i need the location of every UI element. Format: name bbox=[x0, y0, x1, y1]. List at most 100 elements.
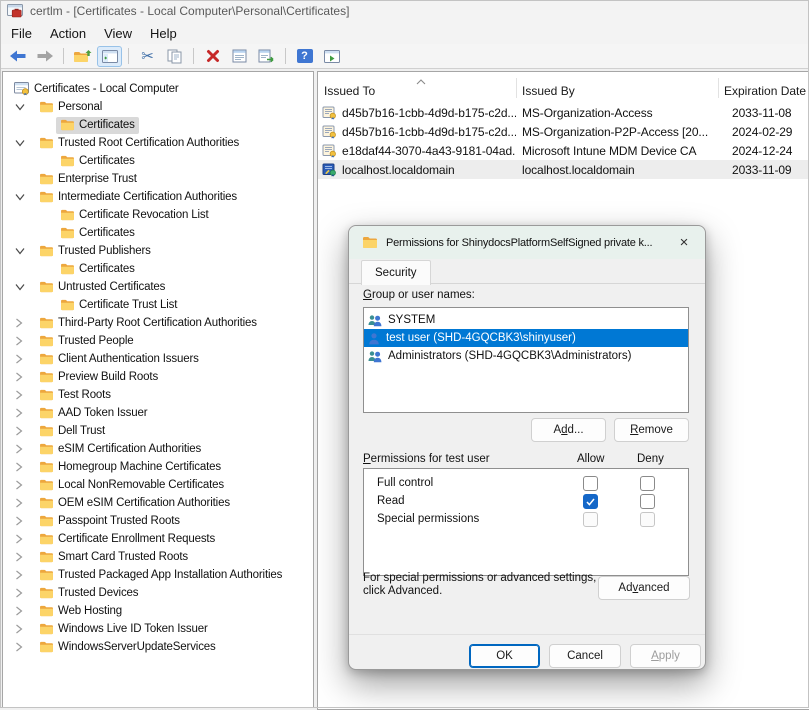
certificate-row[interactable]: localhost.localdomainlocalhost.localdoma… bbox=[318, 160, 809, 179]
export-list-icon[interactable] bbox=[254, 46, 279, 67]
tree-item[interactable]: Trusted Devices bbox=[3, 584, 313, 602]
chevron-collapsed-icon[interactable] bbox=[14, 606, 35, 616]
tree-item[interactable]: OEM eSIM Certification Authorities bbox=[3, 494, 313, 512]
deny-checkbox[interactable] bbox=[640, 494, 655, 509]
tree-item[interactable]: AAD Token Issuer bbox=[3, 404, 313, 422]
tree-item[interactable]: Web Hosting bbox=[3, 602, 313, 620]
allow-checkbox[interactable] bbox=[583, 476, 598, 491]
tab-security[interactable]: Security bbox=[361, 260, 431, 285]
tree-item[interactable]: Trusted People bbox=[3, 332, 313, 350]
tree-item[interactable]: Third-Party Root Certification Authoriti… bbox=[3, 314, 313, 332]
user-list-item[interactable]: Administrators (SHD-4GQCBK3\Administrato… bbox=[364, 347, 688, 365]
column-issued-by[interactable]: Issued By bbox=[522, 84, 575, 98]
tree-item[interactable]: Certificates bbox=[3, 116, 313, 134]
tree-item[interactable]: Windows Live ID Token Issuer bbox=[3, 620, 313, 638]
tree-item[interactable]: Untrusted Certificates bbox=[3, 278, 313, 296]
copy-icon[interactable] bbox=[162, 46, 187, 67]
chevron-collapsed-icon[interactable] bbox=[14, 408, 35, 418]
tree-item[interactable]: eSIM Certification Authorities bbox=[3, 440, 313, 458]
user-list[interactable]: SYSTEMtest user (SHD-4GQCBK3\shinyuser)A… bbox=[363, 307, 689, 413]
menu-action[interactable]: Action bbox=[41, 24, 95, 43]
column-expiration-date[interactable]: Expiration Date bbox=[724, 84, 806, 98]
back-icon[interactable] bbox=[5, 46, 30, 67]
tree-item[interactable]: Preview Build Roots bbox=[3, 368, 313, 386]
column-divider[interactable] bbox=[718, 78, 719, 98]
properties-icon[interactable] bbox=[227, 46, 252, 67]
tree-item[interactable]: Personal bbox=[3, 98, 313, 116]
chevron-collapsed-icon[interactable] bbox=[14, 516, 35, 526]
close-icon[interactable]: × bbox=[667, 230, 701, 256]
column-issued-to[interactable]: Issued To bbox=[324, 84, 375, 98]
chevron-collapsed-icon[interactable] bbox=[14, 480, 35, 490]
chevron-collapsed-icon[interactable] bbox=[14, 372, 35, 382]
chevron-collapsed-icon[interactable] bbox=[14, 444, 35, 454]
menu-file[interactable]: File bbox=[2, 24, 41, 43]
console-tree-toggle-icon[interactable] bbox=[97, 46, 122, 67]
chevron-collapsed-icon[interactable] bbox=[14, 390, 35, 400]
new-window-icon[interactable] bbox=[319, 46, 344, 67]
apply-button[interactable]: Apply bbox=[630, 644, 701, 668]
cut-icon[interactable]: ✂ bbox=[135, 46, 160, 67]
column-divider[interactable] bbox=[516, 78, 517, 98]
tree-item[interactable]: Certificate Enrollment Requests bbox=[3, 530, 313, 548]
certificate-row[interactable]: d45b7b16-1cbb-4d9d-b175-c2d...MS-Organiz… bbox=[318, 103, 809, 122]
chevron-collapsed-icon[interactable] bbox=[14, 624, 35, 634]
tree-item[interactable]: Client Authentication Issuers bbox=[3, 350, 313, 368]
tree-item[interactable]: Homegroup Machine Certificates bbox=[3, 458, 313, 476]
tree-item-label: Web Hosting bbox=[58, 605, 122, 617]
tree-item[interactable]: Smart Card Trusted Roots bbox=[3, 548, 313, 566]
help-icon[interactable]: ? bbox=[292, 46, 317, 67]
certificate-row[interactable]: e18daf44-3070-4a43-9181-04ad...Microsoft… bbox=[318, 141, 809, 160]
chevron-collapsed-icon[interactable] bbox=[14, 354, 35, 364]
tree-item-label: Third-Party Root Certification Authoriti… bbox=[58, 317, 257, 329]
cancel-button[interactable]: Cancel bbox=[549, 644, 621, 668]
tree-item[interactable]: Certificates - Local Computer bbox=[3, 80, 313, 98]
tree-item[interactable]: Local NonRemovable Certificates bbox=[3, 476, 313, 494]
menu-view[interactable]: View bbox=[95, 24, 141, 43]
user-list-item[interactable]: test user (SHD-4GQCBK3\shinyuser) bbox=[364, 329, 688, 347]
tree-item[interactable]: Trusted Packaged App Installation Author… bbox=[3, 566, 313, 584]
chevron-expanded-icon[interactable] bbox=[14, 103, 35, 111]
tree-item[interactable]: Intermediate Certification Authorities bbox=[3, 188, 313, 206]
tree-item[interactable]: Trusted Root Certification Authorities bbox=[3, 134, 313, 152]
allow-checkbox[interactable] bbox=[583, 494, 598, 509]
advanced-button[interactable]: Advanced bbox=[598, 576, 690, 600]
tree-item[interactable]: Certificates bbox=[3, 260, 313, 278]
certificate-row[interactable]: d45b7b16-1cbb-4d9d-b175-c2d...MS-Organiz… bbox=[318, 122, 809, 141]
tree-item[interactable]: Certificates bbox=[3, 224, 313, 242]
menu-help[interactable]: Help bbox=[141, 24, 186, 43]
tree-item[interactable]: Dell Trust bbox=[3, 422, 313, 440]
chevron-collapsed-icon[interactable] bbox=[14, 552, 35, 562]
tree-item[interactable]: Trusted Publishers bbox=[3, 242, 313, 260]
chevron-collapsed-icon[interactable] bbox=[14, 462, 35, 472]
add-button[interactable]: Add... bbox=[531, 418, 606, 442]
deny-checkbox[interactable] bbox=[640, 476, 655, 491]
remove-button[interactable]: Remove bbox=[614, 418, 689, 442]
chevron-collapsed-icon[interactable] bbox=[14, 588, 35, 598]
ok-button[interactable]: OK bbox=[469, 644, 540, 668]
chevron-collapsed-icon[interactable] bbox=[14, 534, 35, 544]
tree-item[interactable]: Passpoint Trusted Roots bbox=[3, 512, 313, 530]
user-list-item[interactable]: SYSTEM bbox=[364, 311, 688, 329]
tree-item[interactable]: WindowsServerUpdateServices bbox=[3, 638, 313, 656]
chevron-expanded-icon[interactable] bbox=[14, 193, 35, 201]
tree-item[interactable]: Certificate Trust List bbox=[3, 296, 313, 314]
forward-icon[interactable] bbox=[32, 46, 57, 67]
up-folder-icon[interactable] bbox=[70, 46, 95, 67]
chevron-expanded-icon[interactable] bbox=[14, 247, 35, 255]
tree-item[interactable]: Certificates bbox=[3, 152, 313, 170]
tree-item[interactable]: Test Roots bbox=[3, 386, 313, 404]
chevron-collapsed-icon[interactable] bbox=[14, 426, 35, 436]
chevron-collapsed-icon[interactable] bbox=[14, 642, 35, 652]
chevron-collapsed-icon[interactable] bbox=[14, 318, 35, 328]
chevron-collapsed-icon[interactable] bbox=[14, 570, 35, 580]
chevron-expanded-icon[interactable] bbox=[14, 139, 35, 147]
delete-icon[interactable] bbox=[200, 46, 225, 67]
chevron-expanded-icon[interactable] bbox=[14, 283, 35, 291]
chevron-collapsed-icon[interactable] bbox=[14, 498, 35, 508]
tree-item[interactable]: Enterprise Trust bbox=[3, 170, 313, 188]
dialog-title-bar[interactable]: Permissions for ShinydocsPlatformSelfSig… bbox=[349, 226, 705, 259]
toolbar-divider bbox=[193, 48, 194, 64]
tree-item[interactable]: Certificate Revocation List bbox=[3, 206, 313, 224]
chevron-collapsed-icon[interactable] bbox=[14, 336, 35, 346]
